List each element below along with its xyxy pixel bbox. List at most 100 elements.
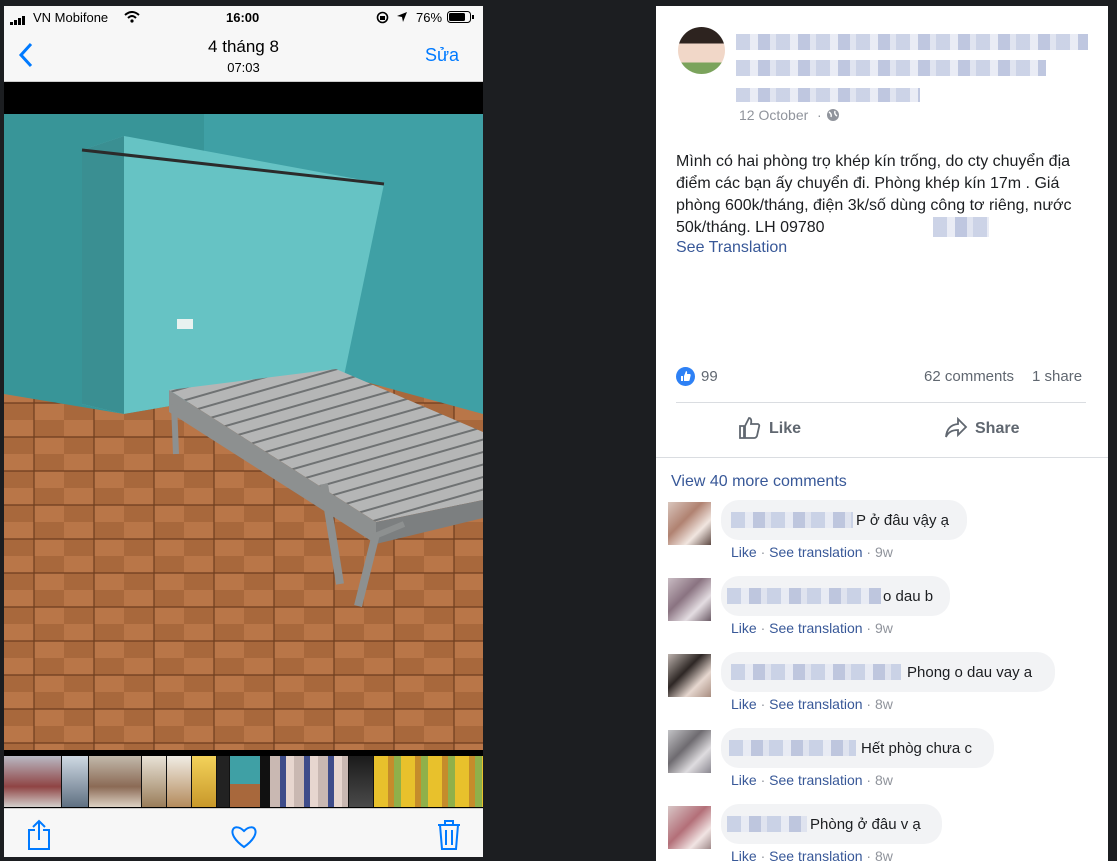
comment-meta: Like · See translation · 8w	[731, 696, 893, 712]
facebook-post: 12 October · Mình có hai phòng trọ khép …	[656, 6, 1108, 861]
comment-meta: Like · See translation · 9w	[731, 544, 893, 560]
comment: P ở đâu vậy ạ Like · See translation · 9…	[668, 500, 1098, 570]
thumbnail[interactable]	[374, 756, 483, 807]
commenter-name-redacted	[727, 588, 881, 604]
wifi-icon	[124, 11, 140, 26]
comment-like-link[interactable]: Like	[731, 544, 757, 560]
comment-age[interactable]: 9w	[875, 544, 893, 560]
commenter-avatar[interactable]	[668, 578, 711, 621]
commenter-name-redacted	[727, 816, 807, 832]
carrier-label: VN Mobifone	[33, 10, 109, 25]
photo-toolbar	[4, 808, 483, 857]
comment-translate-link[interactable]: See translation	[769, 544, 862, 560]
commenter-name-redacted	[731, 664, 901, 680]
globe-icon	[826, 108, 840, 127]
dot-separator: ·	[756, 544, 770, 560]
battery-percent: 76%	[416, 10, 443, 25]
comment-bubble: P ở đâu vậy ạ	[721, 500, 967, 540]
battery-icon	[447, 11, 475, 26]
dot-separator: ·	[756, 772, 770, 788]
heart-icon[interactable]	[230, 825, 258, 854]
share-icon[interactable]	[26, 819, 52, 856]
thumbnail[interactable]	[270, 756, 348, 807]
author-subtitle-redacted	[736, 60, 1046, 76]
commenter-avatar[interactable]	[668, 502, 711, 545]
shares-count[interactable]: 1 share	[1032, 368, 1082, 385]
comment-like-link[interactable]: Like	[731, 620, 757, 636]
dot-separator: ·	[862, 696, 875, 712]
rotation-lock-icon	[376, 11, 389, 27]
see-translation-link[interactable]: See Translation	[676, 239, 787, 257]
commenter-name-redacted	[729, 740, 856, 756]
commenter-avatar[interactable]	[668, 654, 711, 697]
dot-separator: ·	[862, 848, 875, 861]
comment-bubble: o dau b	[721, 576, 950, 616]
photo-date-title: 4 tháng 8	[208, 37, 279, 56]
comment-text: Phong o dau vay a	[907, 664, 1033, 681]
view-more-comments-link[interactable]: View 40 more comments	[671, 473, 847, 491]
comment-bubble: Phong o dau vay a	[721, 652, 1055, 692]
like-reaction-icon[interactable]	[676, 367, 695, 391]
like-label: Like	[769, 420, 802, 437]
author-subtitle-redacted	[736, 88, 920, 102]
comment-text: Phòng ở đâu v ạ	[810, 816, 921, 833]
dot-separator: ·	[756, 696, 770, 712]
thumbs-up-icon	[738, 416, 762, 445]
thumbnail[interactable]	[89, 756, 141, 807]
comment-like-link[interactable]: Like	[731, 772, 757, 788]
dot-separator: ·	[862, 544, 875, 560]
share-arrow-icon	[944, 416, 968, 444]
like-button[interactable]: Like	[736, 416, 856, 442]
commenter-avatar[interactable]	[668, 806, 711, 849]
comment-translate-link[interactable]: See translation	[769, 848, 862, 861]
thumbnail-current[interactable]	[230, 756, 260, 807]
thumbnail[interactable]	[142, 756, 166, 807]
comment-like-link[interactable]: Like	[731, 696, 757, 712]
comment-like-link[interactable]: Like	[731, 848, 757, 861]
comment: Phòng ở đâu v ạ Like · See translation ·…	[668, 804, 1098, 861]
comments-count[interactable]: 62 comments	[924, 368, 1014, 385]
comment: o dau b Like · See translation · 9w	[668, 576, 1098, 646]
comment-meta: Like · See translation · 8w	[731, 848, 893, 861]
comment-meta: Like · See translation · 8w	[731, 772, 893, 788]
thumbnail[interactable]	[192, 756, 216, 807]
thumbnail[interactable]	[62, 756, 88, 807]
reaction-count[interactable]: 99	[701, 368, 718, 385]
divider	[676, 402, 1086, 403]
dot-separator: ·	[862, 620, 875, 636]
comment: Hết phòg chưa c Like · See translation ·…	[668, 728, 1098, 798]
comment-translate-link[interactable]: See translation	[769, 620, 862, 636]
thumbnail[interactable]	[217, 756, 229, 807]
comment-age[interactable]: 9w	[875, 620, 893, 636]
comment-age[interactable]: 8w	[875, 696, 893, 712]
status-bar: VN Mobifone 16:00 76%	[4, 6, 483, 28]
comment-meta: Like · See translation · 9w	[731, 620, 893, 636]
commenter-name-redacted	[731, 512, 853, 528]
comment-age[interactable]: 8w	[875, 772, 893, 788]
dot-separator: ·	[817, 107, 822, 123]
commenter-avatar[interactable]	[668, 730, 711, 773]
photo-nav-bar: 4 tháng 8 07:03 Sửa	[4, 28, 483, 82]
comment: Phong o dau vay a Like · See translation…	[668, 652, 1098, 722]
comment-age[interactable]: 8w	[875, 848, 893, 861]
comment-translate-link[interactable]: See translation	[769, 772, 862, 788]
comments-section: View 40 more comments P ở đâu vậy ạ Like…	[656, 457, 1108, 861]
avatar[interactable]	[678, 27, 725, 74]
clock-label: 16:00	[226, 10, 260, 25]
author-name-redacted	[736, 34, 1088, 50]
comment-translate-link[interactable]: See translation	[769, 696, 862, 712]
comment-text: o dau b	[883, 588, 934, 605]
dot-separator: ·	[862, 772, 875, 788]
phone-number-redacted	[933, 217, 989, 237]
thumbnail[interactable]	[349, 756, 373, 807]
post-date[interactable]: 12 October	[739, 107, 808, 123]
location-icon	[396, 11, 408, 26]
thumbnail[interactable]	[4, 756, 61, 807]
thumbnail[interactable]	[167, 756, 191, 807]
trash-icon[interactable]	[437, 819, 461, 856]
share-label: Share	[975, 420, 1020, 437]
comment-bubble: Phòng ở đâu v ạ	[721, 804, 942, 844]
thumbnail-strip[interactable]	[4, 756, 483, 807]
edit-button[interactable]: Sửa	[425, 45, 459, 66]
share-button[interactable]: Share	[942, 416, 1062, 442]
